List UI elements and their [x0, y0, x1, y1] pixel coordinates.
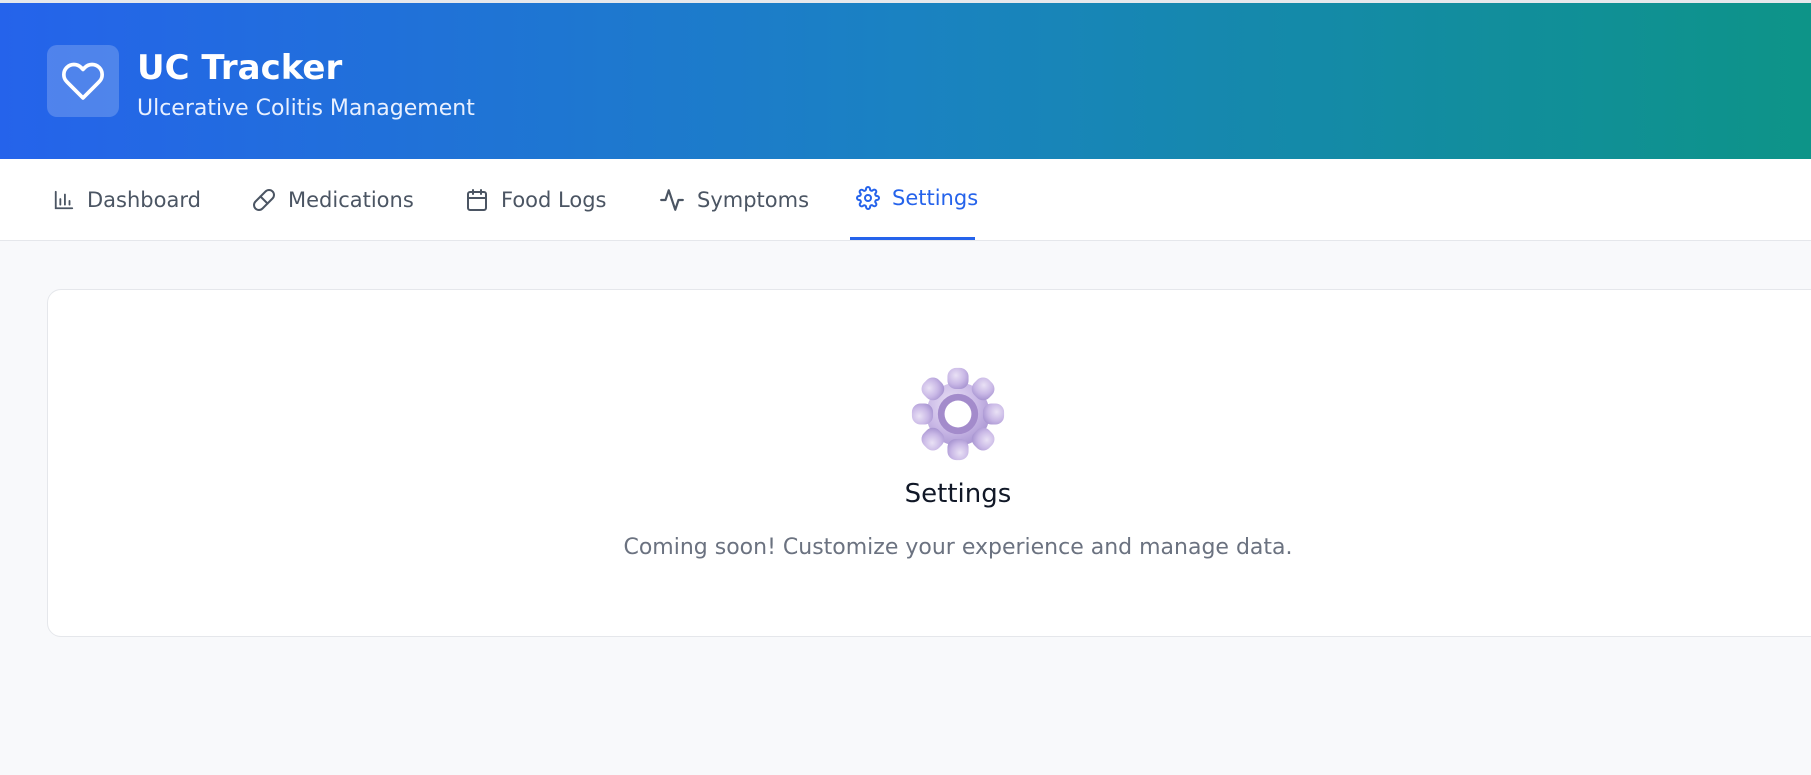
settings-placeholder-card	[47, 289, 1811, 637]
activity-icon	[660, 188, 684, 211]
tab-symptoms[interactable]: Symptoms	[653, 159, 815, 240]
tab-label: Settings	[892, 186, 979, 210]
tab-label: Symptoms	[697, 187, 810, 212]
gear-icon	[856, 186, 880, 210]
tab-food-logs[interactable]: Food Logs	[459, 159, 612, 240]
tab-label: Food Logs	[501, 187, 607, 212]
app-subtitle: Ulcerative Colitis Management	[137, 96, 475, 121]
tab-bar: Dashboard Medications Food Logs Symptoms…	[0, 159, 1811, 241]
tab-label: Medications	[288, 187, 414, 212]
tab-dashboard[interactable]: Dashboard	[47, 159, 207, 240]
app-logo	[47, 45, 119, 117]
heart-icon	[62, 62, 104, 100]
tab-label: Dashboard	[87, 187, 201, 212]
card-message: Coming soon! Customize your experience a…	[623, 535, 1293, 560]
app-header: UC Tracker Ulcerative Colitis Management	[0, 3, 1811, 159]
tab-settings[interactable]: Settings	[850, 159, 979, 240]
tab-medications[interactable]: Medications	[246, 159, 420, 240]
card-title: Settings	[904, 479, 1012, 509]
pill-icon	[253, 188, 275, 211]
gear-emoji-icon	[911, 367, 1005, 461]
calendar-icon	[467, 188, 487, 211]
bar-chart-icon	[54, 190, 74, 209]
app-title: UC Tracker	[137, 48, 343, 88]
